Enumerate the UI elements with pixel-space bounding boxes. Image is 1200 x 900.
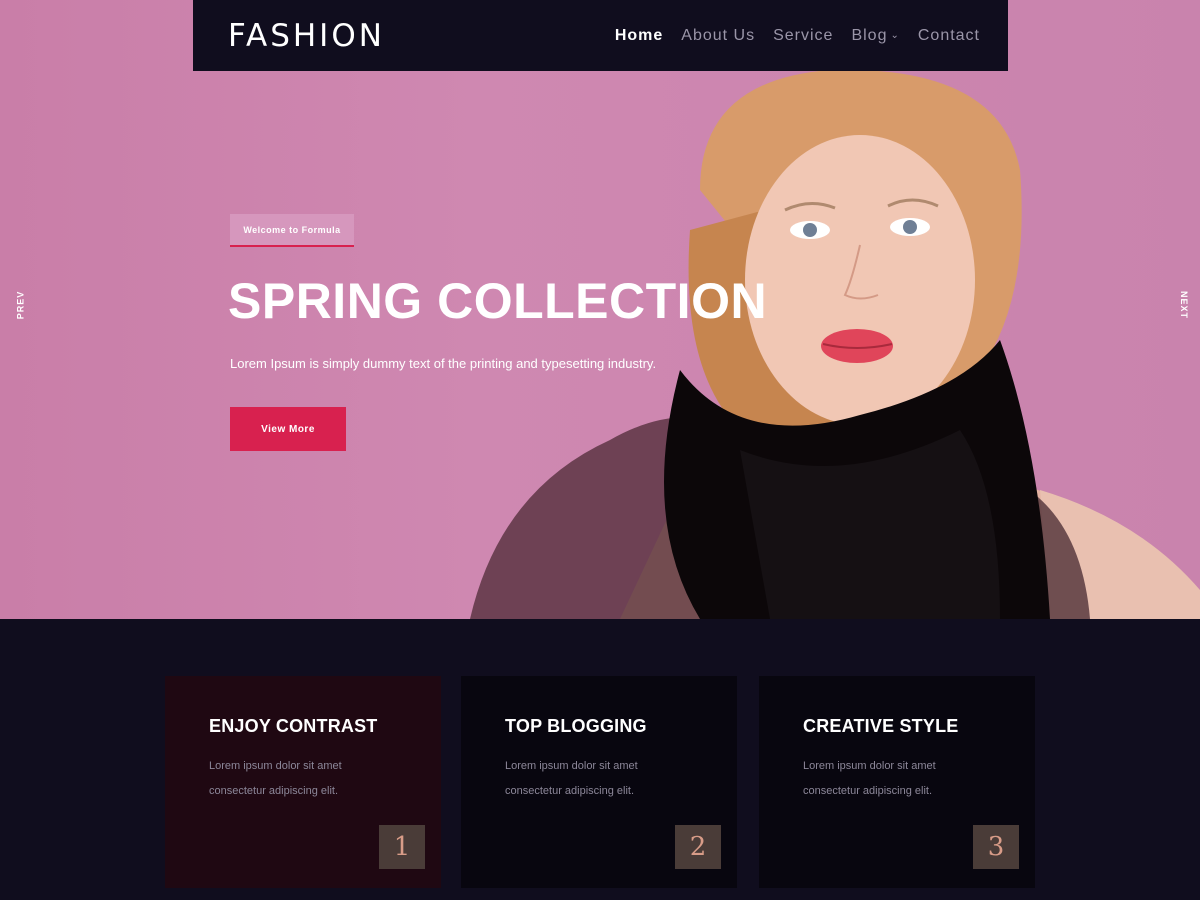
feature-card-text: Lorem ipsum dolor sit amet consectetur a… xyxy=(803,760,936,797)
menu-item-label: About Us xyxy=(681,26,756,44)
welcome-badge: Welcome to Formula xyxy=(230,214,354,247)
feature-card-text: Lorem ipsum dolor sit amet consectetur a… xyxy=(505,760,638,797)
menu-item-label: Home xyxy=(614,26,664,44)
feature-card-enjoy-contrast[interactable]: ENJOY CONTRAST Lorem ipsum dolor sit ame… xyxy=(165,676,441,888)
feature-card-number: 1 xyxy=(379,825,425,869)
view-more-button[interactable]: View More xyxy=(230,407,346,451)
main-menu: Home About Us Service Blog ⌄ Contact xyxy=(615,27,980,45)
feature-card-text: Lorem ipsum dolor sit amet consectetur a… xyxy=(209,760,342,797)
feature-card-title: CREATIVE STYLE xyxy=(803,716,959,736)
menu-item-label: Service xyxy=(773,26,834,44)
feature-card-creative-style[interactable]: CREATIVE STYLE Lorem ipsum dolor sit ame… xyxy=(759,676,1035,888)
hero-model-image xyxy=(470,70,1200,619)
menu-item-label: Blog xyxy=(851,26,888,44)
site-logo[interactable]: FASHION xyxy=(228,18,385,54)
slider-prev-button[interactable]: PREV xyxy=(15,291,25,320)
feature-card-title: ENJOY CONTRAST xyxy=(209,716,378,736)
feature-card-top-blogging[interactable]: TOP BLOGGING Lorem ipsum dolor sit amet … xyxy=(461,676,737,888)
top-navbar: FASHION Home About Us Service Blog ⌄ Cont… xyxy=(193,0,1008,71)
feature-card-number: 2 xyxy=(675,825,721,869)
chevron-down-icon: ⌄ xyxy=(890,30,900,41)
menu-item-about-us[interactable]: About Us xyxy=(681,27,755,45)
hero-description: Lorem Ipsum is simply dummy text of the … xyxy=(230,356,657,371)
menu-item-blog[interactable]: Blog ⌄ xyxy=(851,27,899,45)
slider-next-button[interactable]: NEXT xyxy=(1179,291,1189,319)
menu-item-contact[interactable]: Contact xyxy=(918,27,980,45)
hero-title: SPRING COLLECTION xyxy=(228,273,768,329)
menu-item-home[interactable]: Home xyxy=(615,27,663,45)
feature-card-number: 3 xyxy=(973,825,1019,869)
menu-item-service[interactable]: Service xyxy=(773,27,833,45)
menu-item-label: Contact xyxy=(917,26,980,44)
feature-card-title: TOP BLOGGING xyxy=(505,716,647,736)
